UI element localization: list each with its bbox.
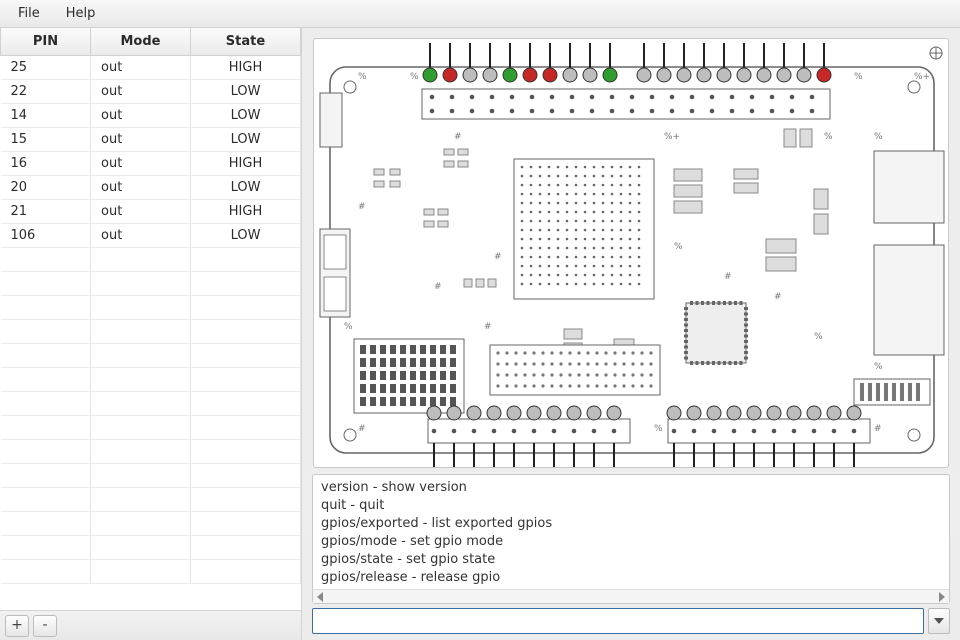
command-history-dropdown[interactable] <box>928 608 950 634</box>
table-row[interactable] <box>1 272 301 296</box>
svg-text:%: % <box>344 322 353 332</box>
col-header-pin[interactable]: PIN <box>1 28 91 56</box>
console-line: gpios/release - release gpio <box>321 569 941 587</box>
cell-mode: out <box>91 176 191 200</box>
cell-pin: 14 <box>1 104 91 128</box>
console-line: version - show version <box>321 479 941 497</box>
console-line: gpios/mode - set gpio mode <box>321 533 941 551</box>
console-line: gpios/exported - list exported gpios <box>321 515 941 533</box>
svg-text:%: % <box>358 72 367 82</box>
add-row-button[interactable]: + <box>5 615 29 637</box>
menu-help[interactable]: Help <box>56 2 106 25</box>
table-row[interactable] <box>1 464 301 488</box>
menubar: File Help <box>0 0 960 28</box>
svg-text:%+: %+ <box>914 72 930 82</box>
gpio-table: PIN Mode State 25outHIGH22outLOW14outLOW… <box>0 28 301 584</box>
cell-pin: 106 <box>1 224 91 248</box>
command-input[interactable] <box>312 608 924 634</box>
menu-file[interactable]: File <box>8 2 50 25</box>
cell-mode: out <box>91 200 191 224</box>
svg-text:#: # <box>494 252 502 262</box>
cell-mode: out <box>91 80 191 104</box>
svg-text:%: % <box>874 132 883 142</box>
cell-pin: 25 <box>1 56 91 80</box>
cell-pin: 22 <box>1 80 91 104</box>
svg-text:#: # <box>454 132 462 142</box>
col-header-mode[interactable]: Mode <box>91 28 191 56</box>
cell-state: LOW <box>191 176 301 200</box>
cell-pin: 15 <box>1 128 91 152</box>
table-row[interactable]: 14outLOW <box>1 104 301 128</box>
table-row[interactable] <box>1 488 301 512</box>
console-line: quit - quit <box>321 497 941 515</box>
table-row[interactable]: 20outLOW <box>1 176 301 200</box>
table-row[interactable]: 25outHIGH <box>1 56 301 80</box>
cell-mode: out <box>91 56 191 80</box>
svg-text:%: % <box>854 72 863 82</box>
svg-text:#: # <box>434 282 442 292</box>
table-row[interactable] <box>1 560 301 584</box>
cell-state: LOW <box>191 80 301 104</box>
table-row[interactable] <box>1 296 301 320</box>
console-output: version - show versionquit - quitgpios/e… <box>312 474 950 604</box>
board-diagram: %%% %+ # # #% #% # #%%% #% #% %+ # <box>313 38 949 468</box>
cell-mode: out <box>91 104 191 128</box>
table-row[interactable] <box>1 392 301 416</box>
cell-pin: 21 <box>1 200 91 224</box>
remove-row-button[interactable]: - <box>33 615 57 637</box>
table-row[interactable] <box>1 368 301 392</box>
table-row[interactable] <box>1 344 301 368</box>
svg-text:%+: %+ <box>664 132 680 142</box>
svg-text:%: % <box>814 332 823 342</box>
cell-state: HIGH <box>191 200 301 224</box>
table-row[interactable] <box>1 440 301 464</box>
console-h-scrollbar[interactable] <box>313 589 949 603</box>
cell-state: HIGH <box>191 152 301 176</box>
right-panel: %%% %+ # # #% #% # #%%% #% #% %+ # version - show v… <box>302 28 960 640</box>
col-header-state[interactable]: State <box>191 28 301 56</box>
svg-text:%: % <box>654 424 663 434</box>
svg-text:#: # <box>484 322 492 332</box>
table-row[interactable]: 15outLOW <box>1 128 301 152</box>
cell-state: LOW <box>191 104 301 128</box>
cell-pin: 20 <box>1 176 91 200</box>
svg-text:#: # <box>358 202 366 212</box>
table-row[interactable] <box>1 416 301 440</box>
cell-pin: 16 <box>1 152 91 176</box>
table-row[interactable]: 16outHIGH <box>1 152 301 176</box>
svg-text:#: # <box>774 292 782 302</box>
svg-text:%: % <box>874 362 883 372</box>
svg-text:#: # <box>874 424 882 434</box>
table-row[interactable] <box>1 248 301 272</box>
cell-state: LOW <box>191 128 301 152</box>
cell-state: LOW <box>191 224 301 248</box>
cell-mode: out <box>91 152 191 176</box>
table-row[interactable]: 21outHIGH <box>1 200 301 224</box>
svg-text:%: % <box>410 72 419 82</box>
cell-state: HIGH <box>191 56 301 80</box>
table-row[interactable]: 106outLOW <box>1 224 301 248</box>
svg-text:%: % <box>674 242 683 252</box>
left-panel: PIN Mode State 25outHIGH22outLOW14outLOW… <box>0 28 302 640</box>
svg-text:%: % <box>824 132 833 142</box>
table-row[interactable] <box>1 512 301 536</box>
table-row[interactable] <box>1 536 301 560</box>
cell-mode: out <box>91 224 191 248</box>
svg-text:#: # <box>358 424 366 434</box>
console-line: gpios/state - set gpio state <box>321 551 941 569</box>
cell-mode: out <box>91 128 191 152</box>
table-row[interactable]: 22outLOW <box>1 80 301 104</box>
table-row[interactable] <box>1 320 301 344</box>
svg-text:#: # <box>724 272 732 282</box>
